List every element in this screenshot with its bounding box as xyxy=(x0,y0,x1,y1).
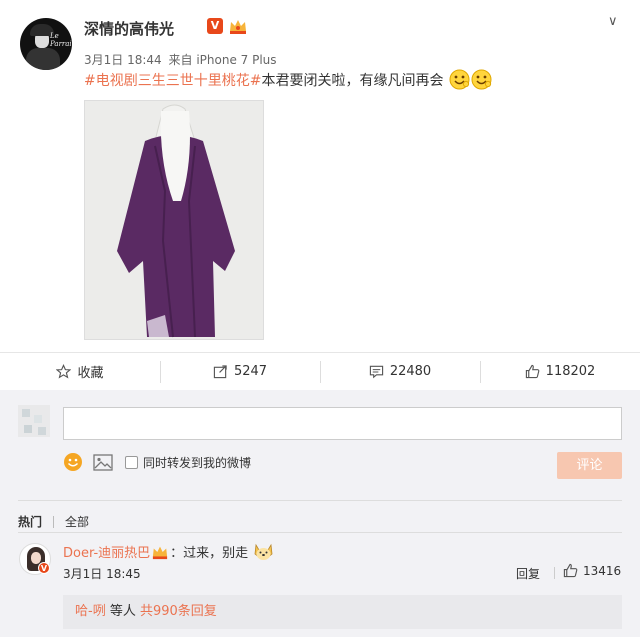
submit-comment-button[interactable]: 评论 xyxy=(557,452,622,479)
divider xyxy=(18,532,622,533)
commenter-verified-icon: V xyxy=(38,562,50,574)
emoji-picker-icon[interactable] xyxy=(63,452,83,472)
post-action-bar: 收藏 5247 22480 118202 xyxy=(0,352,640,397)
like-count: 118202 xyxy=(545,364,596,379)
comment-date: 3月1日 18:45 xyxy=(63,567,141,581)
verified-icon: V xyxy=(207,18,223,34)
post-text: 本君要闭关啦，有缘凡间再会 xyxy=(261,73,444,89)
post-source: 来自 iPhone 7 Plus xyxy=(168,53,277,67)
grin-emoji-icon xyxy=(471,69,492,90)
star-icon xyxy=(56,364,72,379)
comment-line: Doer-迪丽热巴 ：过来，别走 xyxy=(63,541,274,564)
divider xyxy=(18,500,622,501)
author-name[interactable]: 深情的高伟光 xyxy=(84,18,174,39)
image-upload-icon[interactable] xyxy=(93,453,113,471)
like-button[interactable]: 118202 xyxy=(480,353,640,391)
forward-checkbox-label: 同时转发到我的微博 xyxy=(143,455,252,470)
grin-emoji-icon xyxy=(449,69,470,90)
post-content: #电视剧三生三世十里桃花#本君要闭关啦，有缘凡间再会 xyxy=(84,69,492,92)
comment-text: ：过来，别走 xyxy=(170,546,249,561)
post-meta: 3月1日 18:44 来自 iPhone 7 Plus xyxy=(84,51,280,68)
comment-button[interactable]: 22480 xyxy=(320,353,480,397)
comment-like-button[interactable]: 13416 xyxy=(563,563,621,578)
reply-summary-text: 等人 xyxy=(105,604,140,619)
thumbs-up-icon xyxy=(525,364,539,379)
comment-sort-tabs: 热门 全部 xyxy=(18,513,89,530)
reply-button[interactable]: 回复 xyxy=(516,565,540,582)
post-image[interactable] xyxy=(84,100,264,340)
commenter-name[interactable]: Doer-迪丽热巴 xyxy=(63,546,150,561)
hashtag-link[interactable]: #电视剧三生三世十里桃花# xyxy=(84,73,261,89)
author-avatar[interactable]: Le Parrain xyxy=(20,18,72,70)
comment-count: 22480 xyxy=(389,364,432,379)
comment-like-count: 13416 xyxy=(583,563,622,578)
comment-section: 同时转发到我的微博 评论 热门 全部 V Doer-迪丽热巴 ：过来，别走 3月… xyxy=(0,390,640,637)
comment-tools: 同时转发到我的微博 xyxy=(63,452,251,472)
forward-icon xyxy=(213,365,227,379)
avatar-logo-text: Le Parrain xyxy=(50,32,72,48)
tab-all[interactable]: 全部 xyxy=(65,513,89,530)
action-separator xyxy=(554,567,555,579)
tab-separator xyxy=(53,515,55,528)
tab-hot[interactable]: 热门 xyxy=(18,513,42,530)
comment-input[interactable] xyxy=(63,407,622,440)
robed-figure-image xyxy=(85,101,263,339)
favorite-label: 收藏 xyxy=(77,366,104,381)
doge-emoji-icon xyxy=(254,543,273,560)
member-crown-icon xyxy=(153,546,168,560)
thumbs-up-icon xyxy=(563,563,578,578)
reply-summary[interactable]: 哈-咧 等人 共990条回复 xyxy=(63,595,622,629)
post-menu-chevron-icon[interactable]: ∨ xyxy=(608,14,618,29)
member-crown-icon xyxy=(230,20,246,34)
reply-summary-user[interactable]: 哈-咧 xyxy=(75,604,106,619)
post-date[interactable]: 3月1日 18:44 xyxy=(84,53,162,67)
comment-icon xyxy=(369,365,383,379)
favorite-button[interactable]: 收藏 xyxy=(0,353,160,391)
reply-summary-count[interactable]: 共990条回复 xyxy=(140,604,217,619)
current-user-avatar xyxy=(18,405,50,437)
weibo-post: Le Parrain 深情的高伟光 V ∨ 3月1日 18:44 来自 iPho… xyxy=(0,0,640,352)
forward-checkbox[interactable] xyxy=(125,455,138,469)
forward-count: 5247 xyxy=(233,364,268,379)
forward-button[interactable]: 5247 xyxy=(160,353,320,391)
